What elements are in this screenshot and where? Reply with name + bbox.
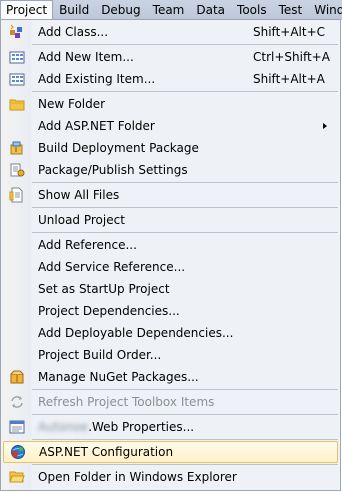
- menu-item-label: Refresh Project Toolbox Items: [38, 395, 215, 409]
- menu-item-label: Add Service Reference...: [38, 260, 186, 274]
- menu-item-new-folder[interactable]: New Folder: [1, 93, 340, 115]
- open-folder-icon: [9, 471, 25, 483]
- menu-item-label: Autonoe.Web Properties...: [38, 416, 194, 438]
- submenu-arrow-icon: [323, 123, 327, 129]
- web-properties-suffix: .Web Properties...: [88, 420, 195, 434]
- refresh-icon: [11, 396, 23, 408]
- menu-item-package-publish-settings[interactable]: Package/Publish Settings: [1, 159, 340, 181]
- menu-item-unload-project[interactable]: Unload Project: [1, 209, 340, 231]
- menu-item-label: New Folder: [38, 97, 106, 111]
- menu-item-label: Manage NuGet Packages...: [38, 370, 199, 384]
- menu-item-project-dependencies[interactable]: Project Dependencies...: [1, 300, 340, 322]
- deployment-package-icon: [10, 141, 23, 155]
- menu-item-manage-nuget-packages[interactable]: Manage NuGet Packages...: [1, 366, 340, 388]
- menu-item-label: Project Build Order...: [38, 348, 162, 362]
- shortcut-text: Ctrl+Shift+A: [253, 50, 330, 64]
- menu-team[interactable]: Team: [147, 0, 191, 20]
- menu-window[interactable]: Window: [308, 0, 342, 20]
- menu-item-add-service-reference[interactable]: Add Service Reference...: [1, 256, 340, 278]
- menu-item-label: Project Dependencies...: [38, 304, 180, 318]
- menu-item-label: Add Deployable Dependencies...: [38, 326, 234, 340]
- add-existing-item-icon: [9, 73, 25, 86]
- menu-build[interactable]: Build: [53, 0, 95, 20]
- publish-settings-icon: [10, 163, 25, 177]
- menu-item-add-new-item[interactable]: Add New Item... Ctrl+Shift+A: [1, 46, 340, 68]
- menu-item-label: Set as StartUp Project: [38, 282, 170, 296]
- menu-item-add-existing-item[interactable]: Add Existing Item... Shift+Alt+A: [1, 68, 340, 90]
- folder-icon: [9, 99, 25, 111]
- menu-item-label: Add Existing Item...: [38, 72, 156, 86]
- menu-item-label: Add ASP.NET Folder: [38, 119, 155, 133]
- menu-item-set-startup-project[interactable]: Set as StartUp Project: [1, 278, 340, 300]
- aspnet-configuration-icon: [11, 445, 25, 459]
- menu-item-build-deployment-package[interactable]: Build Deployment Package: [1, 137, 340, 159]
- menu-tools[interactable]: Tools: [231, 0, 273, 20]
- menu-item-label: Add New Item...: [38, 50, 134, 64]
- menu-item-label: Package/Publish Settings: [38, 163, 188, 177]
- menu-item-label: Build Deployment Package: [38, 141, 199, 155]
- menu-item-add-reference[interactable]: Add Reference...: [1, 234, 340, 256]
- menu-item-refresh-project-toolbox-items: Refresh Project Toolbox Items: [1, 391, 340, 413]
- redacted-project-name: Autonoe: [38, 420, 89, 434]
- menu-item-open-folder-in-windows-explorer[interactable]: Open Folder in Windows Explorer: [1, 466, 340, 488]
- add-new-item-icon: [9, 51, 25, 64]
- menu-test[interactable]: Test: [273, 0, 309, 20]
- menu-item-aspnet-configuration[interactable]: ASP.NET Configuration: [3, 441, 338, 463]
- menu-project[interactable]: Project: [0, 0, 54, 20]
- shortcut-text: Shift+Alt+C: [253, 25, 326, 39]
- menu-item-label: Open Folder in Windows Explorer: [38, 470, 237, 484]
- menu-item-add-aspnet-folder[interactable]: Add ASP.NET Folder: [1, 115, 340, 137]
- menu-item-label: ASP.NET Configuration: [39, 445, 174, 459]
- menu-bar: Project Build Debug Team Data Tools Test…: [0, 0, 342, 20]
- menu-data[interactable]: Data: [190, 0, 231, 20]
- show-all-files-icon: [9, 187, 23, 203]
- menu-item-add-deployable-dependencies[interactable]: Add Deployable Dependencies...: [1, 322, 340, 344]
- menu-item-web-properties[interactable]: Autonoe.Web Properties...: [1, 416, 340, 438]
- menu-item-label: Unload Project: [38, 213, 125, 227]
- menu-debug[interactable]: Debug: [95, 0, 146, 20]
- menu-item-label: Add Class...: [38, 25, 109, 39]
- nuget-package-icon: [10, 370, 24, 384]
- add-class-icon: [10, 24, 22, 38]
- project-dropdown-menu: Add Class... Shift+Alt+C Add New Item...…: [0, 19, 341, 491]
- menu-item-show-all-files[interactable]: Show All Files: [1, 184, 340, 206]
- properties-window-icon: [9, 420, 25, 434]
- menu-item-label: Show All Files: [38, 188, 120, 202]
- shortcut-text: Shift+Alt+A: [253, 72, 325, 86]
- menu-item-project-build-order[interactable]: Project Build Order...: [1, 344, 340, 366]
- menu-item-label: Add Reference...: [38, 238, 137, 252]
- menu-item-add-class[interactable]: Add Class... Shift+Alt+C: [1, 21, 340, 43]
